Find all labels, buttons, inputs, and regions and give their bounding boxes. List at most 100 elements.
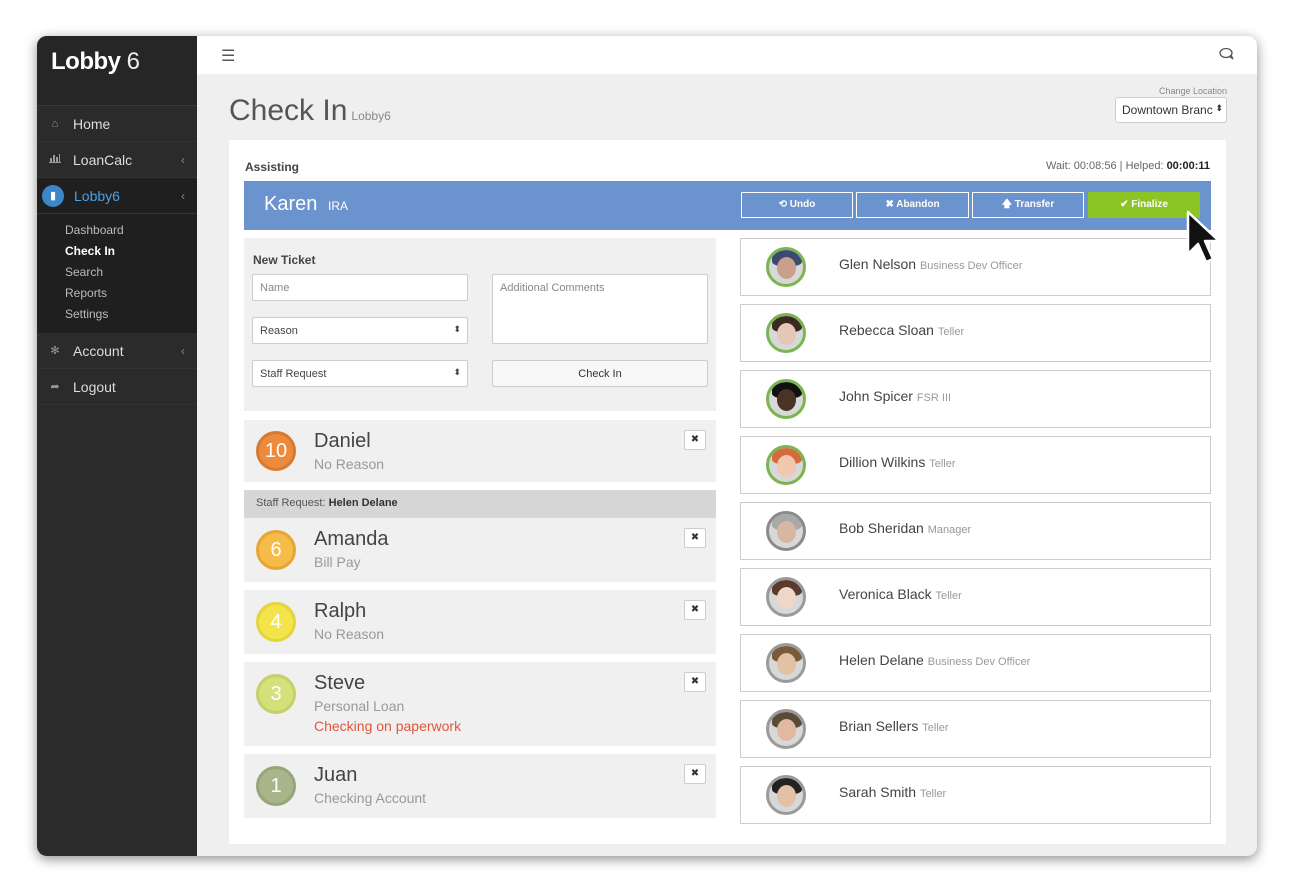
home-icon: ⌂ — [51, 117, 59, 130]
hamburger-menu-icon[interactable]: ☰ — [221, 46, 235, 66]
queue-name: Amanda — [314, 528, 389, 550]
subnav-item-check-in[interactable]: Check In — [37, 241, 197, 262]
queue-item-amanda[interactable]: 6 Amanda Bill Pay ✖ — [244, 518, 716, 582]
new-ticket-title: New Ticket — [253, 253, 316, 267]
queue-reason: Bill Pay — [314, 554, 361, 570]
avatar-face — [777, 257, 796, 279]
staff-request-select-value: Staff Request — [260, 368, 327, 380]
staff-name: Glen Nelson Business Dev Officer — [839, 256, 1022, 272]
queue-name: Steve — [314, 672, 366, 694]
remove-ticket-button[interactable]: ✖ — [684, 528, 706, 548]
staff-name: Bob Sheridan Manager — [839, 520, 971, 536]
staff-avatar — [766, 709, 806, 749]
staff-card[interactable]: Helen Delane Business Dev Officer — [740, 634, 1211, 692]
queue-name: Ralph — [314, 600, 367, 622]
staff-request-name: Helen Delane — [328, 497, 398, 509]
avatar-face — [777, 521, 796, 543]
sidebar-item-home[interactable]: ⌂ Home — [37, 106, 197, 142]
chevron-left-icon: ‹ — [181, 343, 185, 358]
location-select[interactable]: Downtown Branch ⬍ — [1115, 97, 1227, 123]
staff-name-text: Veronica Black — [839, 586, 932, 602]
sidebar-item-lobby6[interactable]: ▮ Lobby6 ‹ — [37, 178, 197, 214]
app-logo[interactable]: Lobby 6 — [37, 36, 197, 106]
current-customer-reason: IRA — [328, 199, 349, 213]
new-ticket-form: New Ticket Name Additional Comments Reas… — [244, 238, 716, 411]
chevron-left-icon: ‹ — [181, 152, 185, 167]
staff-avatar — [766, 643, 806, 683]
queue-item-juan[interactable]: 1 Juan Checking Account ✖ — [244, 754, 716, 818]
remove-ticket-button[interactable]: ✖ — [684, 430, 706, 450]
staff-card[interactable]: Dillion Wilkins Teller — [740, 436, 1211, 494]
wait-value: 00:08:56 — [1073, 160, 1117, 172]
remove-ticket-button[interactable]: ✖ — [684, 672, 706, 692]
staff-card[interactable]: John Spicer FSR III — [740, 370, 1211, 428]
staff-card[interactable]: Glen Nelson Business Dev Officer — [740, 238, 1211, 296]
queue-item-daniel[interactable]: 10 Daniel No Reason ✖ — [244, 420, 716, 482]
finalize-button[interactable]: ✔ Finalize — [1088, 192, 1200, 218]
staff-name: Brian Sellers Teller — [839, 718, 949, 734]
staff-request-label: Staff Request: — [256, 497, 329, 509]
staff-role: Teller — [922, 722, 949, 734]
staff-name-text: Helen Delane — [839, 652, 924, 668]
staff-role: Business Dev Officer — [919, 260, 1023, 272]
name-input[interactable]: Name — [252, 274, 468, 301]
staff-card[interactable]: Sarah Smith Teller — [740, 766, 1211, 824]
abandon-button[interactable]: ✖ Abandon — [856, 192, 969, 218]
sidebar-item-logout[interactable]: ➦ Logout — [37, 369, 197, 405]
ticket-number-badge: 6 — [256, 530, 296, 570]
staff-card[interactable]: Rebecca Sloan Teller — [740, 304, 1211, 362]
staff-card[interactable]: Brian Sellers Teller — [740, 700, 1211, 758]
sidebar: Lobby 6 ⌂ Home LoanCalc ‹ ▮ Lobby6 ‹ Das… — [37, 36, 197, 856]
assisting-label: Assisting — [245, 160, 300, 174]
queue-item-steve[interactable]: 3 Steve Personal Loan Checking on paperw… — [244, 662, 716, 746]
sidebar-item-loancalc[interactable]: LoanCalc ‹ — [37, 142, 197, 178]
avatar-face — [777, 323, 796, 345]
staff-role: Teller — [937, 326, 965, 338]
staff-avatar — [766, 577, 806, 617]
page-subtitle: Lobby6 — [351, 109, 391, 123]
staff-name: John Spicer FSR III — [839, 388, 951, 404]
staff-card[interactable]: Veronica Black Teller — [740, 568, 1211, 626]
chart-icon — [47, 153, 63, 166]
current-customer-name: Karen — [264, 193, 318, 215]
avatar-face — [777, 587, 796, 609]
remove-ticket-button[interactable]: ✖ — [684, 764, 706, 784]
remove-ticket-button[interactable]: ✖ — [684, 600, 706, 620]
sidebar-subnav: Dashboard Check In Search Reports Settin… — [37, 214, 197, 333]
timer-separator: | — [1116, 160, 1126, 172]
staff-avatar — [766, 445, 806, 485]
chat-icon[interactable] — [1219, 47, 1235, 61]
undo-button[interactable]: ⟲ Undo — [741, 192, 853, 218]
subnav-item-dashboard[interactable]: Dashboard — [37, 220, 197, 241]
reason-select[interactable]: Reason ⬍ — [252, 317, 468, 344]
subnav-item-reports[interactable]: Reports — [37, 283, 197, 304]
subnav-item-settings[interactable]: Settings — [37, 304, 197, 325]
additional-comments-input[interactable]: Additional Comments — [492, 274, 708, 344]
sidebar-item-label: LoanCalc — [73, 151, 133, 168]
wait-label: Wait: — [1046, 160, 1074, 172]
queue-reason: Personal Loan — [314, 698, 405, 714]
staff-card[interactable]: Bob Sheridan Manager — [740, 502, 1211, 560]
staff-request-select[interactable]: Staff Request ⬍ — [252, 360, 468, 387]
sidebar-item-label: Lobby6 — [74, 187, 120, 204]
subnav-item-search[interactable]: Search — [37, 262, 197, 283]
sidebar-item-label: Logout — [73, 378, 116, 395]
staff-avatar — [766, 775, 806, 815]
helped-value: 00:00:11 — [1166, 160, 1210, 172]
avatar-face — [777, 785, 796, 807]
sidebar-item-label: Account — [73, 342, 124, 359]
select-arrows-icon: ⬍ — [1213, 103, 1223, 114]
check-in-button[interactable]: Check In — [492, 360, 708, 387]
avatar-face — [777, 719, 796, 741]
queue-reason: No Reason — [314, 456, 385, 472]
queue-item-ralph[interactable]: 4 Ralph No Reason ✖ — [244, 590, 716, 654]
staff-avatar — [766, 247, 806, 287]
staff-name: Sarah Smith Teller — [839, 784, 946, 800]
staff-name: Rebecca Sloan Teller — [839, 322, 964, 338]
ticket-number-badge: 10 — [256, 431, 296, 471]
sidebar-item-account[interactable]: ✻ Account ‹ — [37, 333, 197, 369]
staff-role: FSR III — [916, 392, 952, 404]
queue-reason: Checking Account — [314, 790, 427, 806]
transfer-button[interactable]: 🡅 Transfer — [972, 192, 1084, 218]
staff-name: Veronica Black Teller — [839, 586, 962, 602]
